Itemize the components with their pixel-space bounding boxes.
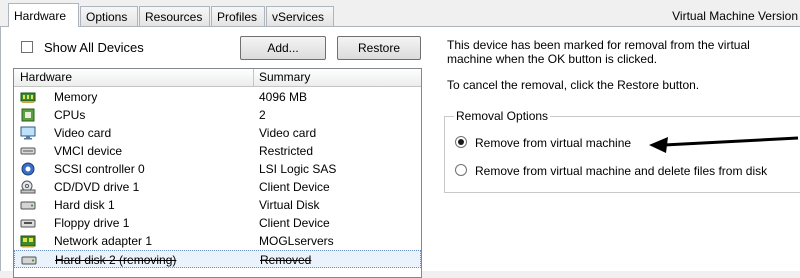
monitor-icon: [20, 126, 36, 140]
remove-from-vm-label[interactable]: Remove from virtual machine: [475, 136, 631, 150]
tab-options[interactable]: Options: [80, 6, 138, 26]
scsi-controller-icon: [21, 162, 35, 176]
hardware-name: CD/DVD drive 1: [54, 180, 140, 194]
hardware-summary: MOGLservers: [259, 234, 334, 248]
floppy-icon: [20, 219, 36, 228]
column-header-hardware[interactable]: Hardware: [20, 70, 72, 84]
hardware-summary: 2: [259, 108, 266, 122]
hardware-summary: Video card: [259, 126, 317, 140]
vm-version-label: Virtual Machine Version: [672, 9, 798, 23]
hardware-name: Hard disk 2 (removing): [55, 253, 177, 267]
show-all-devices-label[interactable]: Show All Devices: [44, 40, 144, 55]
table-row[interactable]: CD/DVD drive 1 Client Device: [14, 178, 421, 196]
hardware-summary: LSI Logic SAS: [259, 162, 337, 176]
remove-and-delete-radio[interactable]: [455, 164, 467, 176]
hardware-name: CPUs: [54, 108, 86, 122]
column-separator[interactable]: [253, 69, 254, 86]
annotation-arrow-icon: [649, 136, 799, 153]
tab-strip: Hardware Options Resources Profiles vSer…: [0, 0, 800, 27]
hardware-name: Hard disk 1: [54, 198, 115, 212]
radio-selected-dot: [458, 139, 464, 145]
table-row[interactable]: Memory 4096 MB: [14, 88, 421, 106]
tab-profiles[interactable]: Profiles: [211, 6, 265, 26]
show-all-devices-checkbox[interactable]: [21, 41, 33, 53]
hardware-name: Network adapter 1: [54, 234, 153, 248]
add-button[interactable]: Add...: [240, 36, 326, 60]
vmci-device-icon: [20, 147, 36, 155]
hardware-summary: Client Device: [259, 216, 330, 230]
table-row[interactable]: Hard disk 1 Virtual Disk: [14, 196, 421, 214]
table-row[interactable]: SCSI controller 0 LSI Logic SAS: [14, 160, 421, 178]
table-row[interactable]: VMCI device Restricted: [14, 142, 421, 160]
remove-and-delete-label[interactable]: Remove from virtual machine and delete f…: [475, 164, 767, 178]
cpu-icon: [21, 108, 35, 122]
restore-hint: To cancel the removal, click the Restore…: [447, 78, 700, 92]
hard-disk-icon: [20, 201, 36, 210]
hardware-list[interactable]: Hardware Summary Memory 4096 MB CPUs 2 V…: [13, 68, 422, 278]
table-row-selected[interactable]: Hard disk 2 (removing) Removed: [14, 250, 421, 268]
table-row[interactable]: Floppy drive 1 Client Device: [14, 214, 421, 232]
hardware-name: VMCI device: [54, 144, 123, 158]
removal-info-line: This device has been marked for removal …: [447, 38, 750, 52]
hardware-name: Video card: [54, 126, 112, 140]
tab-vservices[interactable]: vServices: [266, 6, 334, 26]
hardware-name: Memory: [54, 90, 98, 104]
hard-disk-icon: [21, 256, 37, 265]
list-header: Hardware Summary: [14, 69, 421, 87]
removal-info-line: machine when the OK button is clicked.: [447, 52, 658, 66]
table-row[interactable]: Network adapter 1 MOGLservers: [14, 232, 421, 250]
tab-hardware[interactable]: Hardware: [8, 3, 79, 27]
hardware-summary: Removed: [260, 253, 312, 267]
hardware-summary: Client Device: [259, 180, 330, 194]
cd-dvd-icon: [20, 180, 36, 194]
removal-options-title: Removal Options: [454, 109, 551, 123]
hardware-name: Floppy drive 1: [54, 216, 130, 230]
hardware-name: SCSI controller 0: [54, 162, 145, 176]
table-row[interactable]: CPUs 2: [14, 106, 421, 124]
hardware-summary: Virtual Disk: [259, 198, 320, 212]
memory-icon: [20, 92, 36, 103]
hardware-summary: 4096 MB: [259, 90, 308, 104]
restore-button[interactable]: Restore: [337, 36, 421, 60]
network-adapter-icon: [20, 235, 36, 248]
hardware-summary: Restricted: [259, 144, 314, 158]
remove-from-vm-radio[interactable]: [455, 136, 467, 148]
column-header-summary[interactable]: Summary: [259, 70, 310, 84]
table-row[interactable]: Video card Video card: [14, 124, 421, 142]
tab-resources[interactable]: Resources: [139, 6, 210, 26]
